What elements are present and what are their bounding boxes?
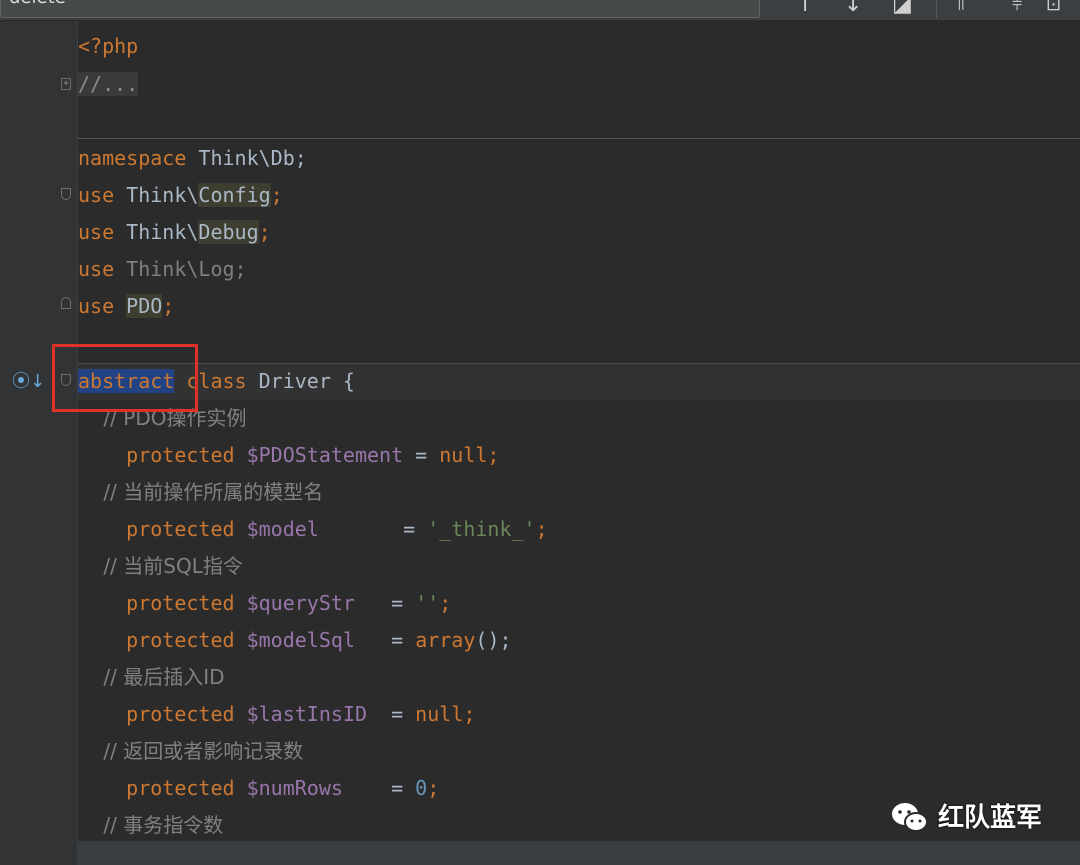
filter-icon[interactable]: ⫪ (956, 0, 966, 16)
comment-line: // 返回或者影响记录数 (78, 739, 304, 763)
code-line-2: //... (78, 67, 139, 101)
class-ref: PDO (126, 294, 163, 318)
operator: = (354, 591, 416, 615)
variable: $model (234, 517, 319, 541)
semicolon: ; (439, 591, 452, 615)
semicolon: ; (427, 776, 440, 800)
watermark-text: 红队蓝军 (938, 803, 1043, 833)
class-ref: Config (198, 183, 271, 207)
keyword: use (78, 220, 115, 244)
null-value: null (415, 702, 464, 726)
find-input[interactable]: delete ↵ ✕ (0, 0, 760, 18)
find-query[interactable]: delete (9, 0, 66, 8)
code-line-prop: protected $queryStr = ''; (78, 586, 451, 620)
comment-line: // 当前操作所属的模型名 (78, 480, 324, 504)
code-line-prop: protected $numRows = 0; (78, 771, 439, 805)
operator: = (318, 517, 428, 541)
arrow-down-icon[interactable]: ↓ (844, 0, 862, 16)
namespace-part: Think\ (114, 183, 199, 207)
wechat-watermark: 红队蓝军 (890, 798, 1042, 838)
keyword: protected (126, 517, 235, 541)
semicolon: ; (270, 183, 283, 207)
variable: $modelSql (234, 628, 355, 652)
class-name: Driver { (246, 369, 355, 393)
operator: = (403, 443, 440, 467)
select-all-icon[interactable]: ◪ (892, 0, 913, 16)
find-toolbar: delete ↵ ✕ ↑ ↓ ◪ ⫪ ⫩ ⊡ (0, 0, 1080, 21)
operator: = (367, 702, 416, 726)
keyword: namespace (78, 146, 187, 170)
return-icon[interactable]: ↵ (683, 0, 700, 5)
code-line-1: <?php (78, 29, 138, 63)
toolbar-separator (936, 0, 937, 18)
horizontal-scrollbar[interactable] (78, 841, 1080, 865)
code-line-prop: protected $model = '_think_'; (78, 512, 548, 546)
keyword: protected (126, 776, 235, 800)
code-line-namespace: namespace Think\Db; (78, 141, 307, 175)
php-open-tag: <?php (78, 34, 139, 58)
namespace-part: Think\ (114, 220, 199, 244)
close-icon[interactable]: ✕ (733, 0, 750, 5)
comment-line: // 当前SQL指令 (78, 554, 243, 578)
semicolon: ; (258, 220, 271, 244)
editor-gutter (0, 21, 78, 865)
namespace-name: Think\Db; (186, 146, 307, 170)
code-line-prop: protected $PDOStatement = null; (78, 438, 499, 472)
implemented-icon[interactable]: ⦿↓ (12, 371, 45, 393)
code-editor[interactable]: <?php //... namespace Think\Db; use Thin… (78, 21, 1080, 865)
fold-end-icon[interactable] (61, 297, 71, 309)
method-separator (78, 138, 1080, 139)
operator: = (342, 776, 416, 800)
fold-start-icon[interactable] (61, 188, 71, 200)
unused-import: Think\Log; (114, 257, 247, 281)
class-ref: Debug (198, 220, 259, 244)
keyword: use (78, 294, 115, 318)
keyword: protected (126, 628, 235, 652)
keyword: protected (126, 591, 235, 615)
punctuation: (); (475, 628, 512, 652)
highlight-annotation-box (52, 344, 198, 412)
keyword: use (78, 183, 115, 207)
code-line-use-pdo: use PDO; (78, 289, 174, 323)
code-line-use-debug: use Think\Debug; (78, 215, 271, 249)
code-line-prop: protected $lastInsID = null; (78, 697, 475, 731)
code-line-use-config: use Think\Config; (78, 178, 283, 212)
keyword: use (78, 257, 115, 281)
string-value: '' (415, 591, 440, 615)
fold-expand-icon[interactable]: + (61, 78, 71, 90)
folded-comment[interactable]: //... (78, 72, 139, 96)
variable: $queryStr (234, 591, 355, 615)
semicolon: ; (535, 517, 548, 541)
wechat-logo-icon (892, 803, 928, 832)
keyword: protected (126, 702, 235, 726)
variable: $numRows (234, 776, 343, 800)
comment-line: // 事务指令数 (78, 813, 224, 837)
arrow-up-icon[interactable]: ↑ (796, 0, 814, 16)
variable: $PDOStatement (234, 443, 404, 467)
options-icon[interactable]: ⊡ (1046, 0, 1061, 16)
string-value: '_think_' (427, 517, 536, 541)
code-line-prop: protected $modelSql = array(); (78, 623, 512, 657)
operator: = (354, 628, 416, 652)
null-value: null (439, 443, 488, 467)
keyword: protected (126, 443, 235, 467)
semicolon: ; (487, 443, 500, 467)
number-value: 0 (415, 776, 428, 800)
semicolon: ; (463, 702, 476, 726)
array-keyword: array (415, 628, 476, 652)
semicolon: ; (162, 294, 175, 318)
variable: $lastInsID (234, 702, 367, 726)
filter2-icon[interactable]: ⫩ (1012, 0, 1022, 16)
comment-line: // 最后插入ID (78, 665, 225, 689)
code-line-use-log: use Think\Log; (78, 252, 247, 286)
